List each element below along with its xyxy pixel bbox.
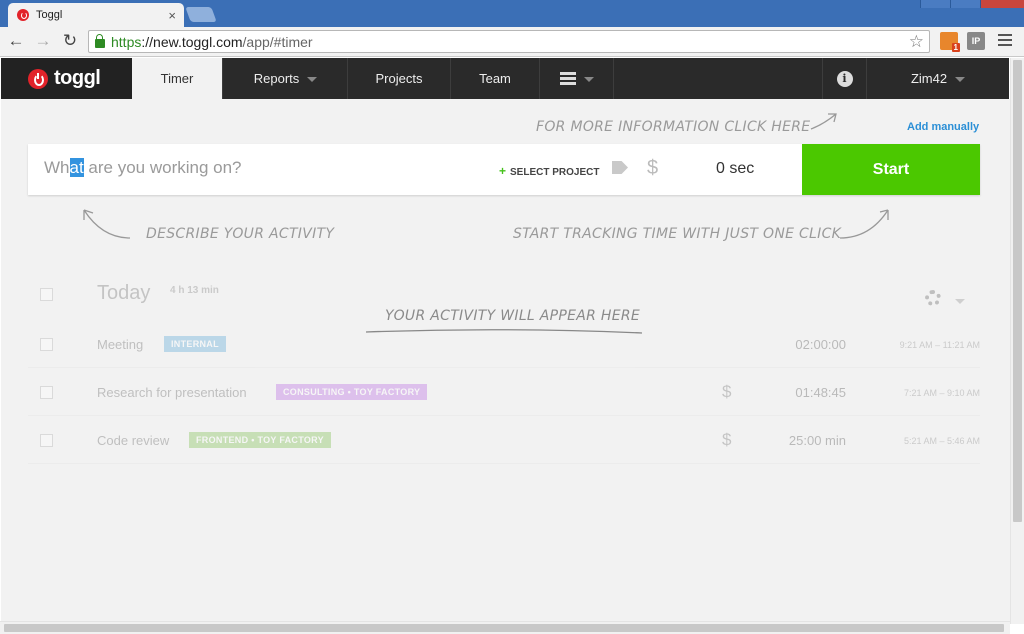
- vertical-scrollbar[interactable]: [1010, 58, 1024, 624]
- hint-activity-appear: Your activity will appear here: [385, 308, 641, 324]
- url-text[interactable]: https://new.toggl.com/app/#timer: [111, 34, 909, 50]
- scrollbar-thumb[interactable]: [1013, 60, 1022, 522]
- horizontal-scrollbar[interactable]: [0, 621, 1010, 634]
- sample-entries: Today 4 h 13 min Meeting INTERNAL 02:00:…: [0, 270, 1010, 470]
- chevron-down-icon: [307, 77, 318, 82]
- new-tab-button[interactable]: [185, 7, 217, 22]
- forward-arrow-icon[interactable]: →: [33, 31, 53, 51]
- nav-reports-label: Reports: [253, 71, 300, 86]
- window-controls: [920, 0, 1024, 8]
- billable-dollar-icon[interactable]: $: [647, 157, 658, 180]
- reload-icon[interactable]: ↻: [60, 31, 80, 51]
- url-path: /app/#timer: [242, 33, 313, 50]
- nav-projects[interactable]: Projects: [348, 58, 451, 99]
- info-button[interactable]: i: [822, 58, 867, 99]
- nav-reports[interactable]: Reports: [224, 58, 348, 99]
- select-project-label: SELECT PROJECT: [510, 167, 600, 178]
- hint-start-tracking: Start tracking time with just one click: [513, 226, 842, 242]
- day-title: Today: [97, 282, 151, 304]
- entry-duration[interactable]: 02:00:00: [766, 337, 846, 352]
- timer-duration[interactable]: 0 sec: [716, 160, 754, 178]
- billable-dollar-icon[interactable]: $: [722, 382, 731, 402]
- hint-arrow-icon: [83, 209, 131, 239]
- browser-toolbar: ← → ↻ https://new.toggl.com/app/#timer ☆…: [0, 27, 1024, 57]
- close-window-button[interactable]: [980, 0, 1024, 8]
- hint-describe-activity: Describe your activity: [146, 226, 335, 242]
- user-menu[interactable]: Zim42: [867, 58, 1009, 99]
- url-scheme: https: [111, 33, 142, 50]
- nav-more-menu[interactable]: [540, 58, 614, 99]
- browser-tab-title: Toggl: [36, 9, 63, 21]
- entry-time-range: 5:21 AM – 5:46 AM: [903, 436, 980, 446]
- toggl-logo[interactable]: toggl: [1, 58, 132, 99]
- browser-tab[interactable]: Toggl ×: [8, 3, 184, 27]
- lock-icon: [95, 34, 105, 48]
- entry-time-range: 7:21 AM – 9:10 AM: [903, 388, 980, 398]
- timer-bar: What are you working on? + SELECT PROJECT…: [28, 144, 980, 195]
- entry-time-range: 9:21 AM – 11:21 AM: [899, 340, 980, 350]
- add-manually-link[interactable]: Add manually: [907, 121, 979, 133]
- address-bar[interactable]: https://new.toggl.com/app/#timer ☆: [88, 30, 930, 53]
- tag-icon[interactable]: [612, 161, 628, 174]
- back-arrow-icon[interactable]: ←: [6, 31, 26, 51]
- entry-duration[interactable]: 25:00 min: [766, 433, 846, 448]
- start-button[interactable]: Start: [802, 144, 980, 195]
- day-total: 4 h 13 min: [170, 285, 219, 296]
- entry-tag[interactable]: CONSULTING • TOY FACTORY: [276, 384, 428, 400]
- day-checkbox[interactable]: [40, 288, 53, 301]
- scrollbar-thumb[interactable]: [4, 624, 1004, 632]
- gear-icon[interactable]: [925, 290, 941, 306]
- minimize-window-button[interactable]: [920, 0, 950, 8]
- extension-badge: 1: [951, 43, 960, 52]
- nav-projects-label: Projects: [375, 71, 423, 86]
- nav-timer[interactable]: Timer: [132, 58, 223, 99]
- entry-description[interactable]: Research for presentation: [97, 385, 247, 400]
- entry-duration[interactable]: 01:48:45: [766, 385, 846, 400]
- nav-timer-label: Timer: [160, 71, 194, 86]
- tab-close-icon[interactable]: ×: [168, 9, 176, 22]
- select-project-button[interactable]: + SELECT PROJECT: [499, 164, 599, 178]
- table-row[interactable]: Research for presentation CONSULTING • T…: [28, 368, 980, 416]
- toggl-favicon-icon: [17, 9, 29, 21]
- description-input[interactable]: What are you working on?: [44, 158, 242, 178]
- entry-tag[interactable]: FRONTEND • TOY FACTORY: [189, 432, 331, 448]
- bookmark-star-icon[interactable]: ☆: [909, 32, 924, 52]
- entry-description[interactable]: Meeting: [97, 337, 143, 352]
- hamburger-menu-icon: [559, 70, 576, 88]
- browser-tab-strip: Toggl ×: [0, 0, 1024, 27]
- placeholder-selected-part: at: [69, 158, 84, 177]
- extension-mail-icon[interactable]: 1: [940, 32, 960, 52]
- chevron-down-icon: [955, 299, 965, 304]
- placeholder-part: Wh: [44, 158, 70, 177]
- entry-checkbox[interactable]: [40, 434, 53, 447]
- info-icon: i: [836, 70, 853, 87]
- entry-tag[interactable]: INTERNAL: [164, 336, 226, 352]
- browser-menu-icon[interactable]: [998, 34, 1012, 48]
- app-header: toggl Timer Reports Projects Team i Zim4…: [1, 58, 1009, 99]
- billable-dollar-icon[interactable]: $: [722, 430, 731, 450]
- chevron-down-icon: [955, 77, 966, 82]
- chevron-down-icon: [583, 77, 594, 82]
- plus-icon: +: [499, 164, 507, 178]
- hint-arrow-icon: [810, 113, 837, 130]
- logo-text: toggl: [54, 67, 101, 89]
- placeholder-rest: are you working on?: [83, 158, 242, 177]
- url-host: ://new.toggl.com: [141, 33, 243, 50]
- table-row[interactable]: Code review FRONTEND • TOY FACTORY $ 25:…: [28, 416, 980, 464]
- entry-checkbox[interactable]: [40, 386, 53, 399]
- maximize-window-button[interactable]: [950, 0, 980, 8]
- entry-description[interactable]: Code review: [97, 433, 169, 448]
- user-name: Zim42: [910, 71, 948, 86]
- nav-team[interactable]: Team: [451, 58, 540, 99]
- extension-ip-icon[interactable]: IP: [967, 32, 985, 50]
- hint-underline: [365, 329, 643, 334]
- entry-checkbox[interactable]: [40, 338, 53, 351]
- nav-team-label: Team: [479, 71, 511, 86]
- hint-more-info: For more information click here: [536, 119, 811, 135]
- power-icon: [28, 68, 48, 89]
- hint-arrow-icon: [839, 209, 889, 239]
